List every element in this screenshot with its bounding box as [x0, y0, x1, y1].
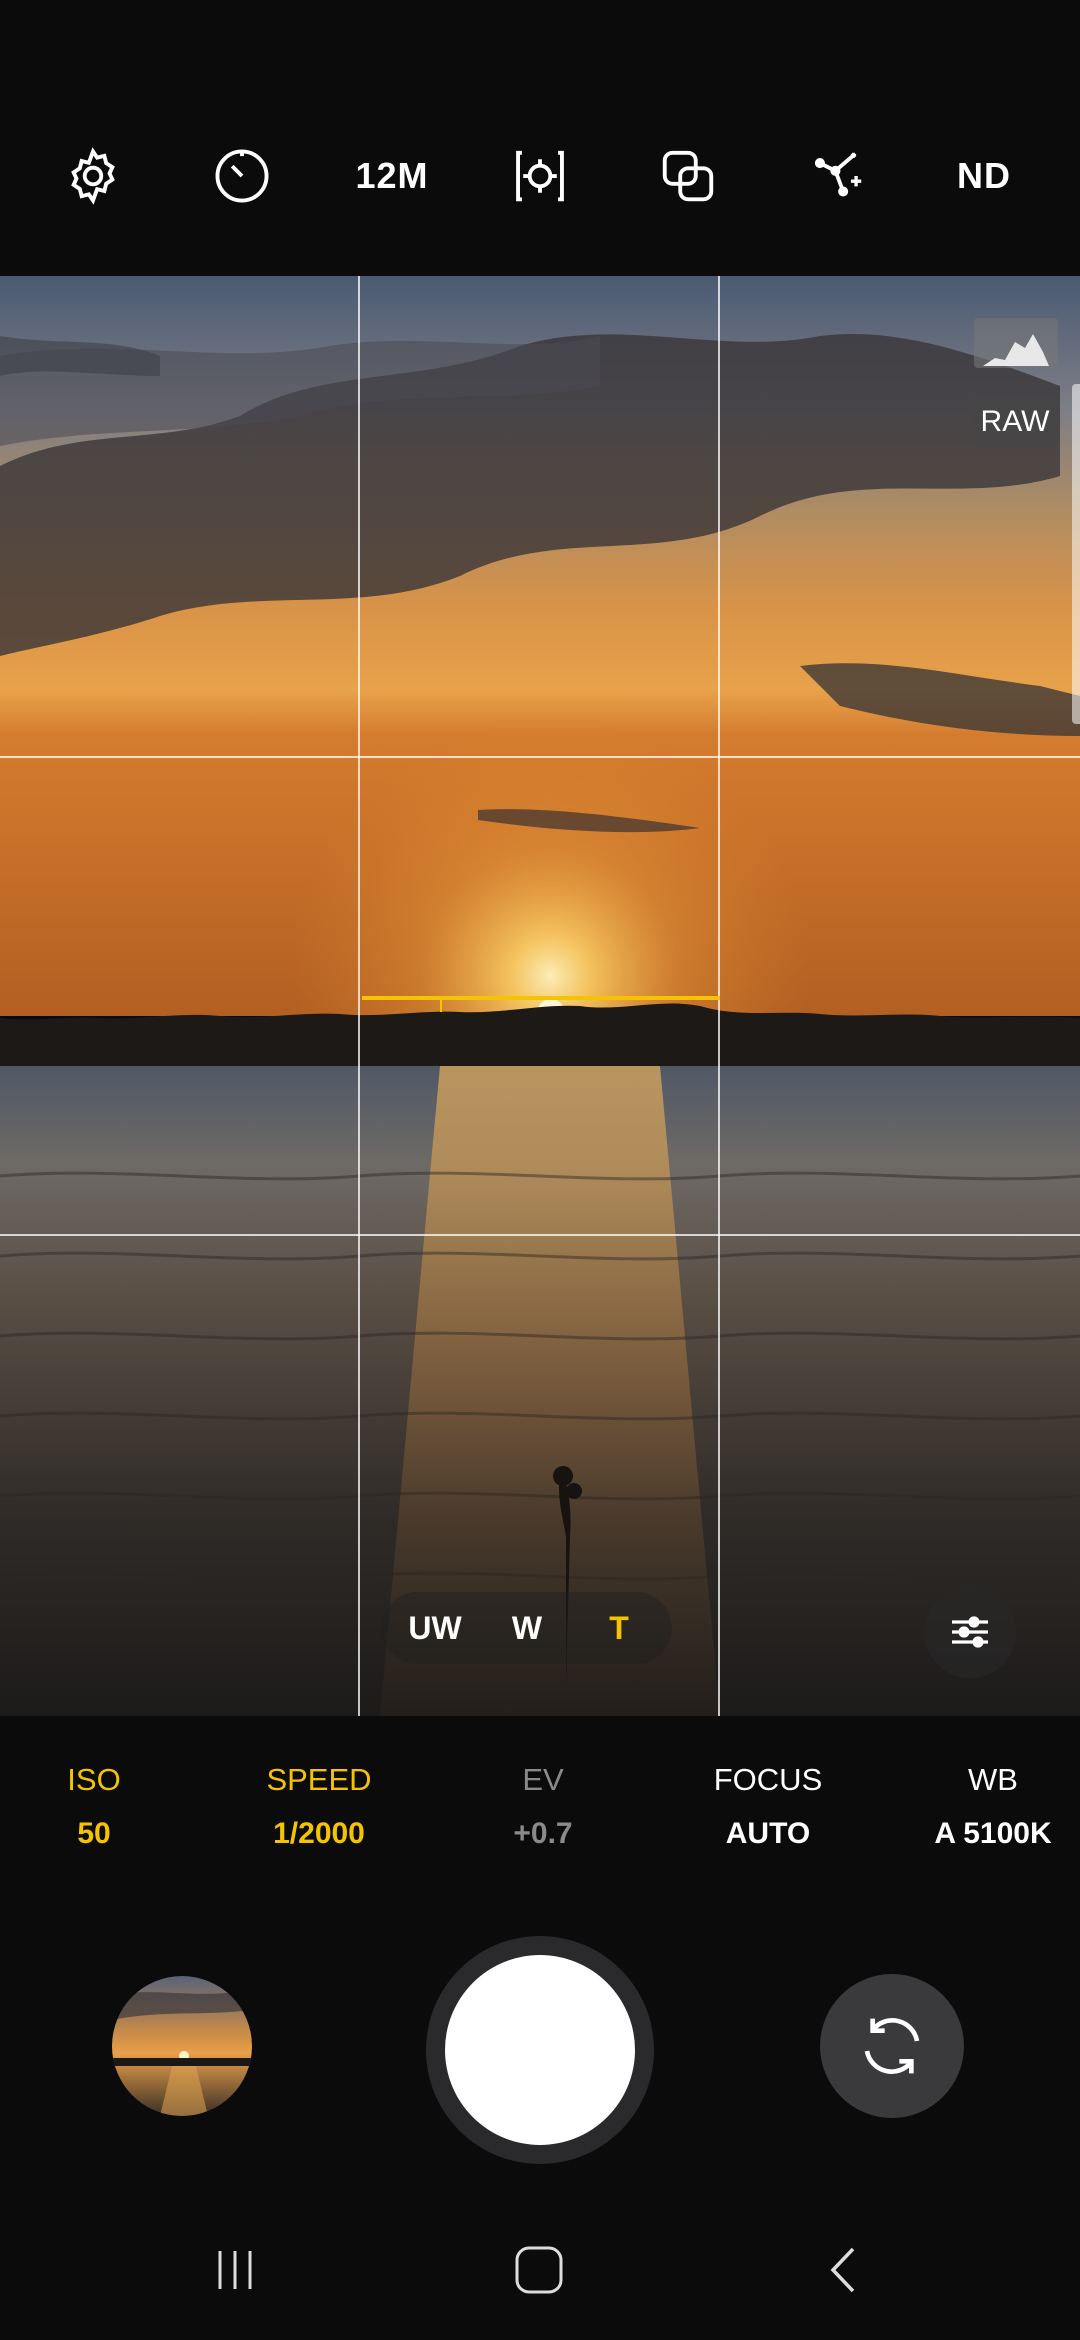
- pro-settings-bar: ISO 50 SPEED 1/2000 EV +0.7 FOCUS AUTO W…: [0, 1716, 1080, 1876]
- top-toolbar: 12M ND: [0, 0, 1080, 276]
- viewfinder[interactable]: RAW UW W T: [0, 276, 1080, 1716]
- zoom-uw-button[interactable]: UW: [390, 1592, 480, 1664]
- raw-button[interactable]: RAW: [974, 396, 1056, 448]
- setting-iso[interactable]: ISO 50: [0, 1762, 194, 1852]
- nd-filter-button[interactable]: ND: [936, 128, 1032, 224]
- setting-iso-label: ISO: [67, 1762, 121, 1797]
- setting-speed-label: SPEED: [266, 1762, 372, 1797]
- grid-line-horizontal-1: [0, 756, 1080, 758]
- setting-iso-value: 50: [77, 1817, 111, 1850]
- setting-focus-label: FOCUS: [713, 1762, 823, 1797]
- switch-camera-button[interactable]: [820, 1974, 964, 2118]
- home-icon[interactable]: [484, 2230, 594, 2310]
- setting-wb-value: A 5100K: [934, 1817, 1052, 1850]
- back-icon[interactable]: [788, 2230, 898, 2310]
- overlapping-squares-icon[interactable]: [640, 128, 736, 224]
- settings-gear-icon[interactable]: [45, 128, 141, 224]
- setting-ev-value: +0.7: [513, 1817, 573, 1850]
- raw-label: RAW: [980, 405, 1050, 438]
- setting-focus[interactable]: FOCUS AUTO: [668, 1762, 868, 1852]
- shutter-inner: [445, 1955, 635, 2145]
- setting-speed[interactable]: SPEED 1/2000: [219, 1762, 419, 1852]
- adjust-button[interactable]: [924, 1586, 1016, 1678]
- camera-app: 12M ND RAW UW W T ISO 50 SPEED 1/2000 EV…: [0, 0, 1080, 2340]
- level-indicator-tick: [440, 1000, 442, 1012]
- timer-icon[interactable]: [194, 128, 290, 224]
- setting-wb-label: WB: [968, 1762, 1018, 1797]
- histogram-button[interactable]: [974, 318, 1058, 368]
- gallery-thumbnail-image: [112, 1976, 252, 2116]
- edge-panel-handle[interactable]: [1072, 384, 1080, 724]
- setting-wb[interactable]: WB A 5100K: [893, 1762, 1080, 1852]
- setting-speed-value: 1/2000: [273, 1817, 365, 1850]
- histogram-icon: [983, 334, 1049, 366]
- nd-filter-label: ND: [957, 155, 1011, 196]
- resolution-button[interactable]: 12M: [344, 128, 440, 224]
- switch-camera-icon: [864, 2018, 920, 2074]
- setting-ev-label: EV: [522, 1762, 564, 1797]
- resolution-label: 12M: [355, 155, 429, 196]
- setting-focus-value: AUTO: [725, 1817, 811, 1850]
- sparkle-effects-icon[interactable]: [790, 128, 886, 224]
- sliders-icon: [952, 1616, 988, 1648]
- grid-line-vertical-1: [358, 276, 360, 1716]
- zoom-w-button[interactable]: W: [482, 1592, 572, 1664]
- setting-ev[interactable]: EV +0.7: [443, 1762, 643, 1852]
- level-indicator: [362, 996, 720, 1000]
- zoom-t-button[interactable]: T: [574, 1592, 664, 1664]
- shutter-button[interactable]: [426, 1936, 654, 2164]
- system-nav-bar: [0, 2200, 1080, 2340]
- focus-target-icon[interactable]: [492, 128, 588, 224]
- grid-line-horizontal-2: [0, 1234, 1080, 1236]
- gallery-thumbnail[interactable]: [112, 1976, 252, 2116]
- zoom-selector: UW W T: [382, 1592, 672, 1664]
- recents-icon[interactable]: [180, 2230, 290, 2310]
